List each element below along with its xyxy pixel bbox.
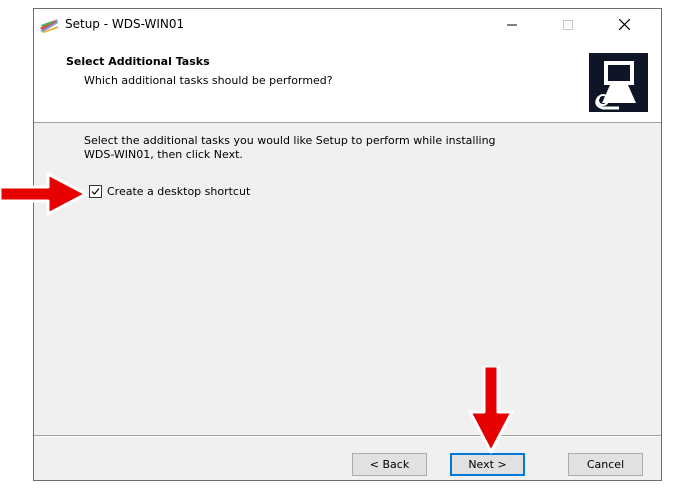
setup-window: Setup - WDS-WIN01 Select Additional Task… [33,8,662,481]
footer-divider [34,435,661,437]
wizard-header: Select Additional Tasks Which additional… [34,40,661,123]
arrow-down-icon [468,366,514,454]
intro-line-1: Select the additional tasks you would li… [84,134,496,147]
next-button[interactable]: Next > [450,453,525,476]
setup-app-icon [40,19,58,33]
window-title: Setup - WDS-WIN01 [65,17,185,31]
desktop-shortcut-option[interactable]: Create a desktop shortcut [89,185,250,198]
intro-text: Select the additional tasks you would li… [84,134,604,162]
arrow-right-icon [0,172,88,216]
desktop-shortcut-label[interactable]: Create a desktop shortcut [107,185,250,198]
minimize-button[interactable] [490,9,534,40]
back-button[interactable]: < Back [352,453,427,476]
cancel-button[interactable]: Cancel [568,453,643,476]
wizard-content: Select the additional tasks you would li… [34,123,661,427]
title-bar[interactable]: Setup - WDS-WIN01 [34,9,661,40]
minimize-icon [507,24,517,25]
checkmark-icon [91,188,100,195]
close-button[interactable] [602,9,646,40]
maximize-icon [563,19,573,30]
page-subtitle: Which additional tasks should be perform… [84,74,333,87]
intro-line-2: WDS-WIN01, then click Next. [84,148,243,161]
maximize-button [546,9,590,40]
close-icon [618,19,630,30]
computer-install-icon [589,53,648,112]
page-title: Select Additional Tasks [66,55,210,68]
